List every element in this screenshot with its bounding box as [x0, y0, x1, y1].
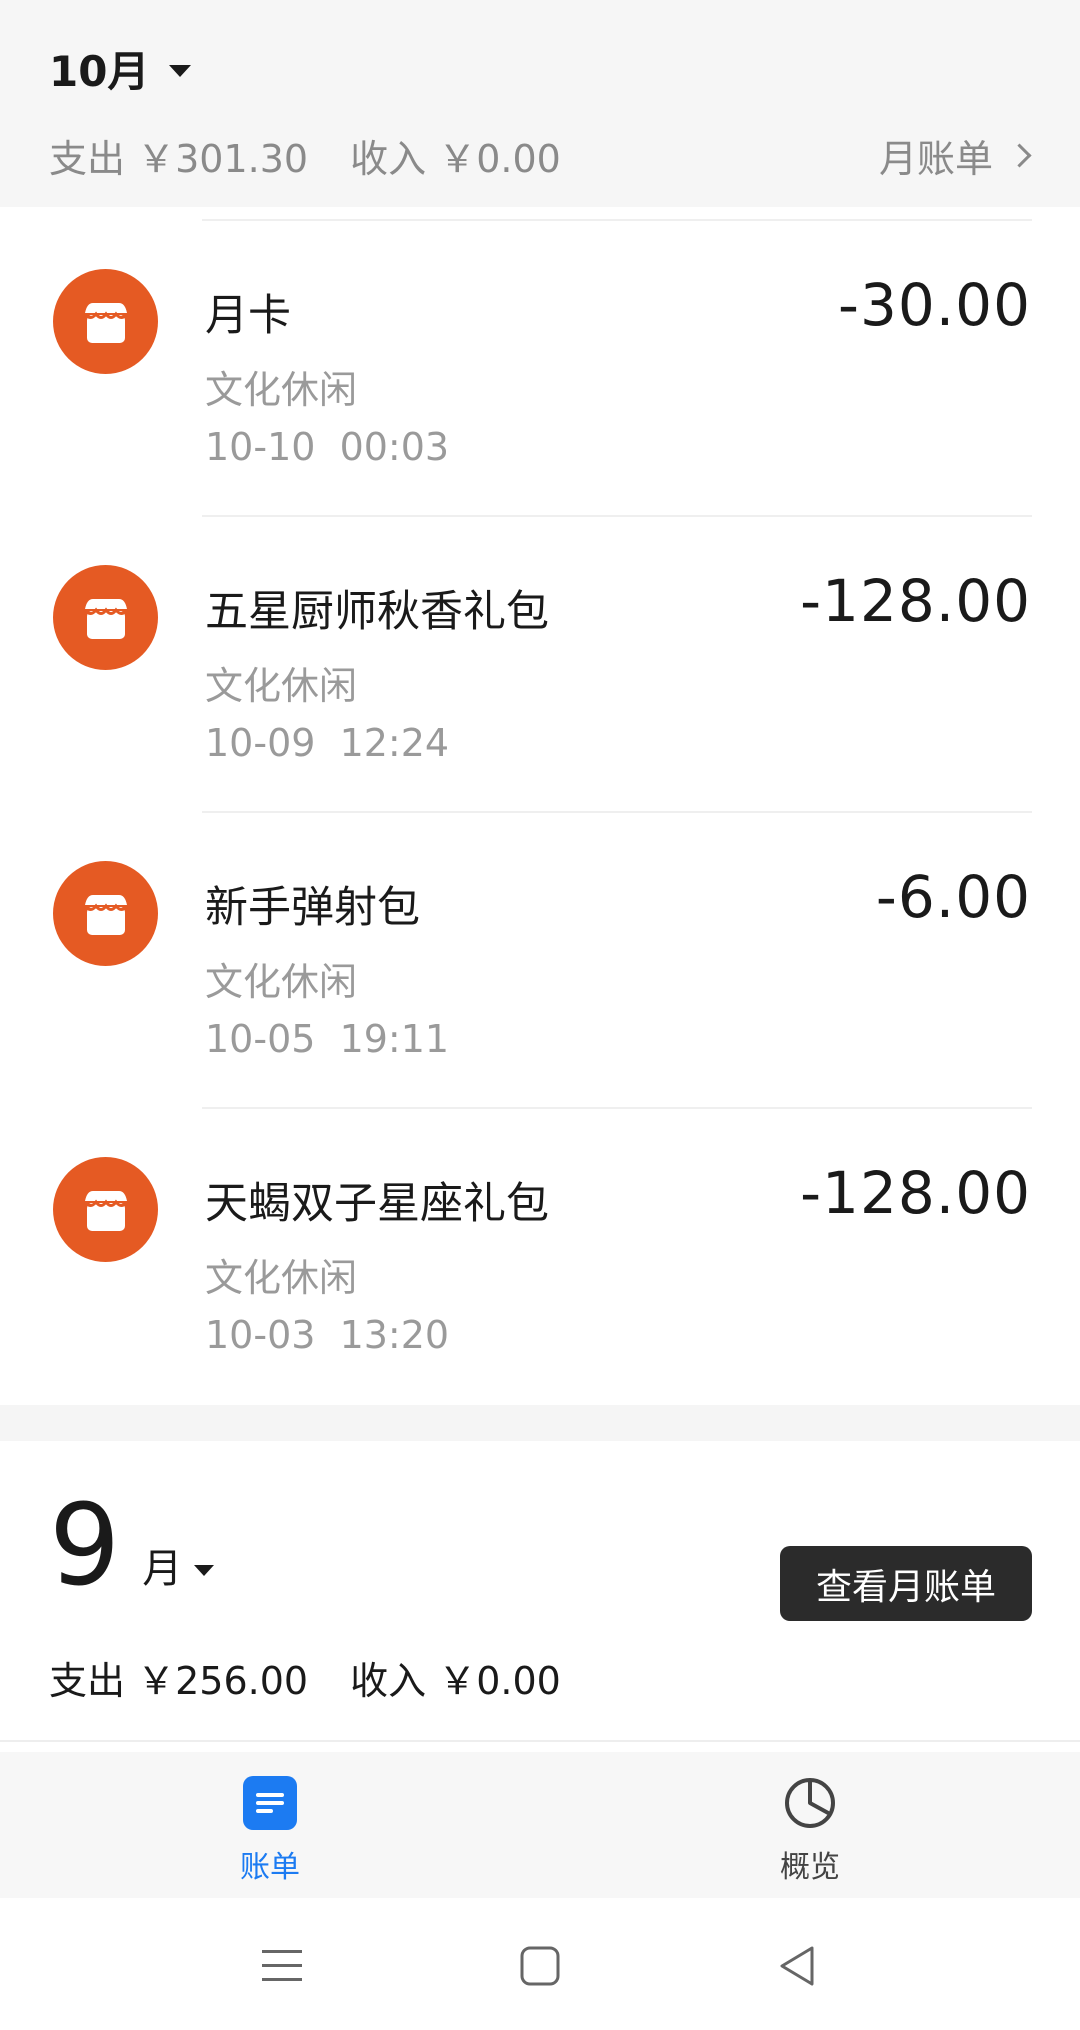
- back-icon[interactable]: [768, 1936, 828, 1996]
- transaction-time: 10-09 12:24: [205, 721, 450, 765]
- transaction-amount: -128.00: [800, 567, 1031, 635]
- month-summary-header: 10月 支出 ￥301.30 收入 ￥0.00 月账单: [0, 0, 1080, 207]
- month-selector[interactable]: 10月: [49, 38, 192, 99]
- income-value: ￥0.00: [438, 1659, 561, 1703]
- transaction-category: 文化休闲: [205, 960, 358, 1004]
- menu-icon[interactable]: [252, 1936, 312, 1996]
- transaction-item[interactable]: 天蝎双子星座礼包 文化休闲 10-03 13:20 -128.00: [0, 1107, 1080, 1403]
- transaction-category: 文化休闲: [205, 368, 358, 412]
- store-icon: [53, 565, 158, 670]
- caret-down-icon: [194, 1565, 215, 1576]
- bill-page: 10月 支出 ￥301.30 收入 ￥0.00 月账单 月卡 文化休闲 10-1…: [0, 0, 1080, 2030]
- tab-bill[interactable]: 账单: [170, 1752, 370, 1898]
- september-month-selector[interactable]: 9 月: [49, 1481, 215, 1611]
- home-icon[interactable]: [510, 1936, 570, 1996]
- transaction-item[interactable]: 五星厨师秋香礼包 文化休闲 10-09 12:24 -128.00: [0, 515, 1080, 811]
- expense-value: ￥256.00: [137, 1659, 309, 1703]
- september-summary: 支出 ￥256.00 收入 ￥0.00: [49, 1650, 561, 1705]
- transaction-name: 新手弹射包: [205, 883, 420, 933]
- section-separator: [0, 1405, 1080, 1441]
- income-label: 收入: [350, 137, 427, 181]
- transaction-name: 五星厨师秋香礼包: [205, 587, 549, 637]
- transaction-category: 文化休闲: [205, 1256, 358, 1300]
- monthly-bill-label: 月账单: [878, 137, 993, 181]
- september-month-number: 9: [49, 1481, 121, 1611]
- transaction-item[interactable]: 月卡 文化休闲 10-10 00:03 -30.00: [0, 219, 1080, 515]
- transaction-amount: -128.00: [800, 1159, 1031, 1227]
- view-monthly-bill-button[interactable]: 查看月账单: [780, 1546, 1032, 1621]
- monthly-bill-link[interactable]: 月账单: [878, 128, 1032, 183]
- store-icon: [53, 861, 158, 966]
- transaction-category: 文化休闲: [205, 664, 358, 708]
- expense-value: ￥301.30: [137, 137, 309, 181]
- income-label: 收入: [350, 1659, 427, 1703]
- september-month-unit: 月: [142, 1546, 183, 1592]
- month-summary: 支出 ￥301.30 收入 ￥0.00: [49, 128, 561, 183]
- tab-overview[interactable]: 概览: [710, 1752, 910, 1898]
- chevron-right-icon: [1007, 143, 1032, 168]
- store-icon: [53, 1157, 158, 1262]
- store-icon: [53, 269, 158, 374]
- transaction-name: 天蝎双子星座礼包: [205, 1179, 549, 1229]
- month-title: 10月: [49, 47, 150, 96]
- transaction-time: 10-10 00:03: [205, 425, 450, 469]
- transaction-name: 月卡: [205, 291, 291, 341]
- pie-chart-icon: [785, 1778, 835, 1828]
- divider: [0, 1740, 1080, 1742]
- tab-bill-label: 账单: [240, 1850, 300, 1885]
- system-nav-bar: [0, 1898, 1080, 2030]
- expense-label: 支出: [49, 1659, 126, 1703]
- transaction-amount: -30.00: [838, 271, 1031, 339]
- bottom-tab-bar: 账单 概览: [0, 1752, 1080, 1898]
- caret-down-icon: [169, 64, 192, 77]
- transaction-amount: -6.00: [875, 863, 1031, 931]
- income-value: ￥0.00: [438, 137, 561, 181]
- bill-icon: [243, 1776, 297, 1830]
- transaction-item[interactable]: 新手弹射包 文化休闲 10-05 19:11 -6.00: [0, 811, 1080, 1107]
- transaction-time: 10-03 13:20: [205, 1313, 450, 1357]
- tab-overview-label: 概览: [780, 1850, 840, 1885]
- transaction-time: 10-05 19:11: [205, 1017, 450, 1061]
- expense-label: 支出: [49, 137, 126, 181]
